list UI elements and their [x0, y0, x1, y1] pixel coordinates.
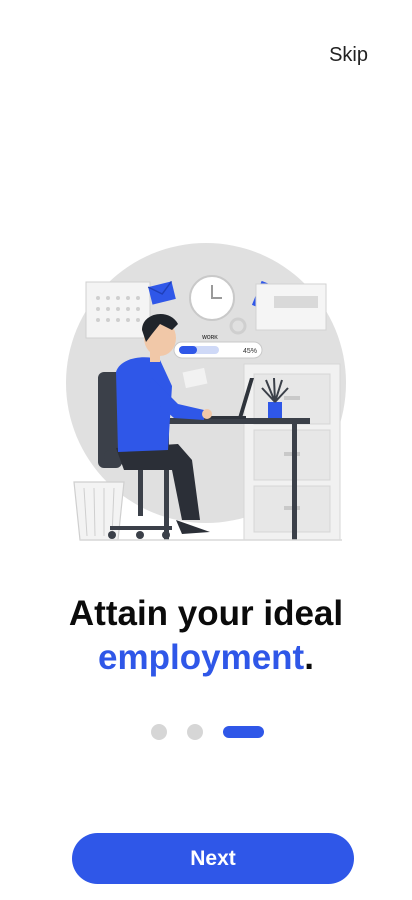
- next-button[interactable]: Next: [72, 833, 354, 884]
- page-dot-2[interactable]: [187, 724, 203, 740]
- waste-basket: [73, 481, 125, 541]
- work-illustration: WORK 45%: [66, 243, 346, 541]
- title-accent: employment: [98, 638, 305, 677]
- progress-label: 45%: [243, 348, 257, 355]
- progress-fill: [179, 346, 197, 354]
- calendar-icon: [85, 281, 151, 339]
- title-line-2: employment.: [0, 636, 412, 680]
- clock-icon: [189, 275, 235, 321]
- work-label: WORK: [202, 335, 218, 341]
- page-indicator: [0, 724, 412, 740]
- page-dot-3-active[interactable]: [223, 726, 264, 738]
- page-dot-1[interactable]: [151, 724, 167, 740]
- title-period: .: [304, 638, 314, 677]
- onboarding-title: Attain your ideal employment.: [0, 592, 412, 680]
- wall-frame: [255, 283, 327, 331]
- skip-button[interactable]: Skip: [329, 44, 368, 67]
- title-line-1: Attain your ideal: [68, 594, 344, 633]
